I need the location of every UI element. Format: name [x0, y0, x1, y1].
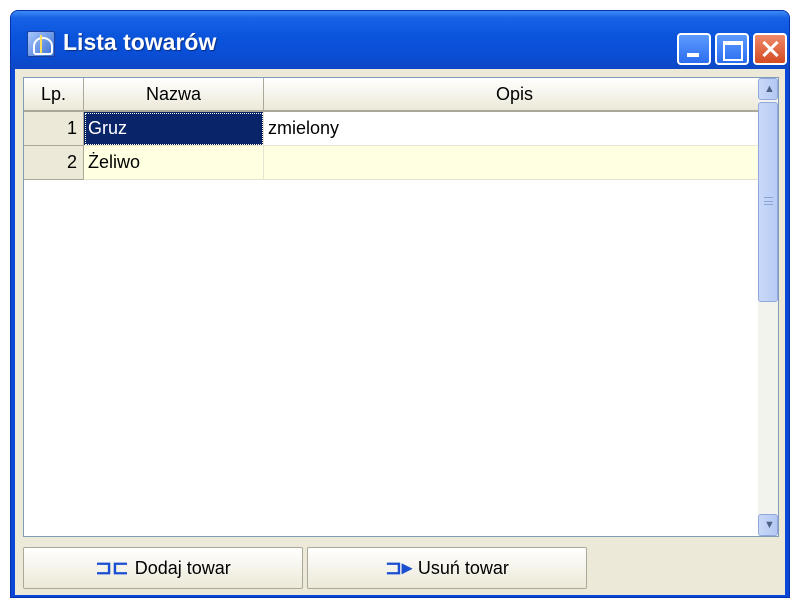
delete-product-button[interactable]: ⊐▸ Usuń towar — [307, 547, 587, 589]
row-number-cell[interactable]: 2 — [24, 146, 84, 180]
close-button[interactable] — [753, 33, 787, 65]
column-header-opis[interactable]: Opis — [264, 78, 766, 112]
column-header-lp[interactable]: Lp. — [24, 78, 84, 112]
button-bar: ⊐⊏ Dodaj towar ⊐▸ Usuń towar — [23, 547, 779, 589]
column-header-nazwa[interactable]: Nazwa — [84, 78, 264, 112]
opis-cell[interactable] — [264, 146, 766, 180]
scroll-down-button[interactable]: ▼ — [758, 514, 778, 536]
chevron-down-icon: ▼ — [764, 519, 775, 531]
add-product-label: Dodaj towar — [134, 557, 231, 578]
scrollbar-thumb[interactable] — [758, 102, 778, 302]
vertical-scrollbar[interactable]: ▲ ▼ — [758, 78, 778, 536]
nazwa-cell[interactable]: Żeliwo — [84, 146, 264, 180]
client-area: Lp. Nazwa Opis 1 Gruz zmielony 2 Żeliwo … — [15, 69, 785, 595]
delete-product-label: Usuń towar — [417, 557, 509, 578]
maximize-button[interactable] — [715, 33, 749, 65]
opis-cell[interactable]: zmielony — [264, 112, 766, 146]
products-grid[interactable]: Lp. Nazwa Opis 1 Gruz zmielony 2 Żeliwo … — [23, 77, 779, 537]
add-product-button[interactable]: ⊐⊏ Dodaj towar — [23, 547, 303, 589]
app-scale-icon[interactable] — [27, 31, 55, 57]
table-row[interactable]: 2 Żeliwo — [24, 146, 766, 180]
minimize-button[interactable] — [677, 33, 711, 65]
scroll-up-button[interactable]: ▲ — [758, 78, 778, 100]
chevron-up-icon: ▲ — [764, 83, 775, 95]
add-row-icon: ⊐⊏ — [95, 557, 129, 579]
window-title: Lista towarów — [63, 29, 217, 55]
remove-row-icon: ⊐▸ — [385, 557, 412, 579]
table-row[interactable]: 1 Gruz zmielony — [24, 112, 766, 146]
nazwa-cell[interactable]: Gruz — [84, 112, 264, 146]
title-bar[interactable]: Lista towarów — [11, 11, 789, 69]
grip-icon — [764, 197, 773, 205]
row-number-cell[interactable]: 1 — [24, 112, 84, 146]
grid-header: Lp. Nazwa Opis — [24, 78, 766, 112]
products-window: Lista towarów Lp. Nazwa Opis 1 Gruz zmie… — [10, 10, 790, 598]
